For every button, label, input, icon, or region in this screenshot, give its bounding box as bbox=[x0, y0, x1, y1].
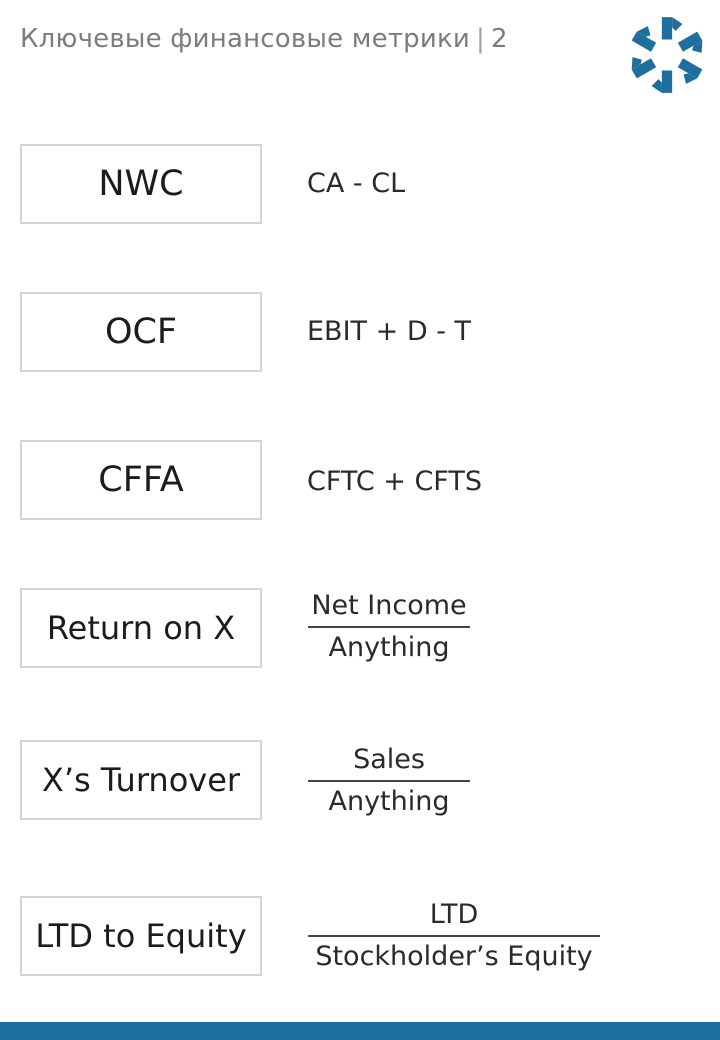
fraction-numerator: Net Income bbox=[311, 590, 467, 621]
page-title-text: Ключевые финансовые метрики bbox=[20, 24, 470, 54]
metric-label: CFFA bbox=[98, 460, 184, 500]
metric-box-nwc: NWC bbox=[20, 144, 262, 224]
metric-box-x-turnover: X’s Turnover bbox=[20, 740, 262, 820]
snowflake-logo-icon bbox=[631, 17, 703, 93]
metric-box-ocf: OCF bbox=[20, 292, 262, 372]
metric-label: X’s Turnover bbox=[41, 761, 241, 799]
metric-formula: CFTC + CFTS bbox=[307, 466, 482, 497]
metric-box-cffa: CFFA bbox=[20, 440, 262, 520]
fraction-bar bbox=[308, 780, 470, 782]
metric-label: NWC bbox=[98, 164, 184, 204]
metric-label: Return on X bbox=[46, 609, 236, 647]
metric-label: OCF bbox=[104, 312, 178, 352]
fraction-bar bbox=[308, 626, 470, 628]
metric-formula: EBIT + D - T bbox=[307, 316, 472, 347]
metric-box-ltd-to-equity: LTD to Equity bbox=[20, 896, 262, 976]
fraction-numerator: LTD bbox=[429, 899, 479, 930]
page-title: Ключевые финансовые метрики | 2 bbox=[20, 24, 508, 54]
fraction-denominator: Stockholder’s Equity bbox=[315, 941, 593, 972]
metric-label: LTD to Equity bbox=[35, 917, 247, 955]
title-separator: | bbox=[475, 24, 485, 54]
fraction-bar bbox=[308, 935, 600, 937]
metric-formula: CA - CL bbox=[307, 168, 406, 199]
metric-fraction: Sales Anything bbox=[308, 742, 470, 820]
page-number: 2 bbox=[490, 24, 508, 54]
metric-box-return-on-x: Return on X bbox=[20, 588, 262, 668]
footer-bar bbox=[0, 1022, 720, 1040]
fraction-denominator: Anything bbox=[328, 632, 450, 663]
metric-fraction: LTD Stockholder’s Equity bbox=[308, 897, 600, 975]
fraction-numerator: Sales bbox=[353, 744, 425, 775]
fraction-denominator: Anything bbox=[328, 786, 450, 817]
metric-fraction: Net Income Anything bbox=[308, 588, 470, 666]
